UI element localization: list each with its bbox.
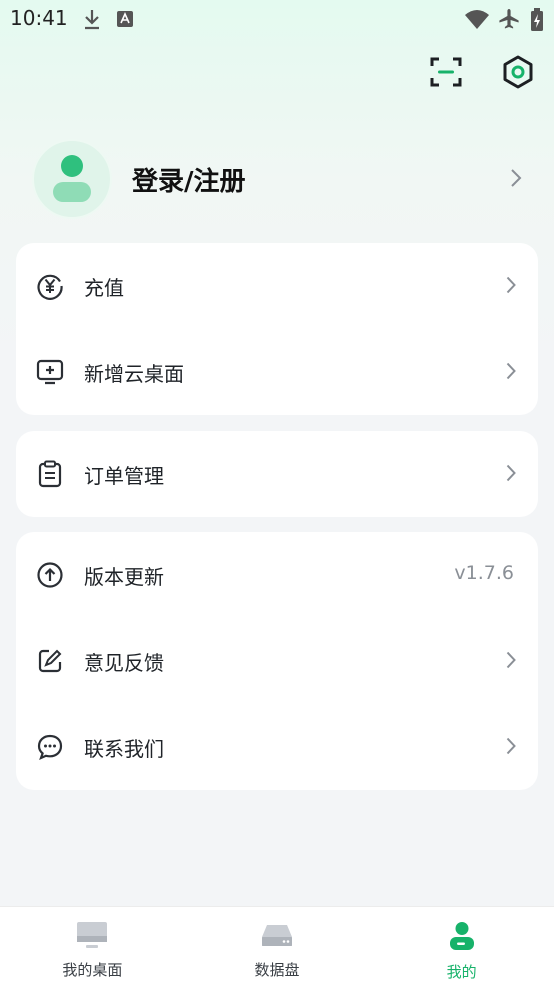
- gear-icon: [501, 55, 535, 93]
- tab-label: 数据盘: [254, 961, 300, 979]
- wifi-icon: [464, 8, 490, 34]
- tab-label: 我的: [446, 963, 477, 981]
- menu-item-label: 版本更新: [84, 564, 164, 589]
- menu-item-orders[interactable]: 订单管理: [16, 431, 538, 517]
- chevron-right-icon: [506, 362, 516, 384]
- menu-item-contact-us[interactable]: 联系我们: [16, 704, 538, 790]
- login-register-label: 登录/注册: [132, 166, 246, 197]
- menu-item-label: 新增云桌面: [84, 361, 184, 386]
- keyboard-app-icon: [116, 10, 134, 32]
- menu-item-label: 充值: [84, 275, 124, 300]
- menu-item-label: 订单管理: [84, 463, 164, 488]
- tab-data-disk[interactable]: 数据盘: [185, 907, 370, 984]
- desktop-icon: [76, 921, 108, 953]
- status-time: 10:41: [10, 6, 68, 30]
- avatar: [32, 139, 112, 219]
- profile-login-row[interactable]: 登录/注册: [32, 138, 532, 220]
- settings-button[interactable]: [500, 55, 536, 93]
- menu-card-account: 充值 新增云桌面: [16, 243, 538, 415]
- upload-icon: [36, 561, 64, 589]
- airplane-icon: [498, 8, 520, 34]
- user-icon: [448, 921, 476, 955]
- top-actions: [428, 55, 536, 93]
- battery-charging-icon: [530, 8, 544, 36]
- menu-item-version-update[interactable]: 版本更新 v1.7.6: [16, 532, 538, 618]
- tab-label: 我的桌面: [62, 961, 123, 979]
- tab-mine[interactable]: 我的: [369, 907, 554, 984]
- version-value: v1.7.6: [454, 562, 514, 584]
- chevron-right-icon: [506, 737, 516, 759]
- chevron-right-icon: [510, 168, 522, 192]
- scan-button[interactable]: [428, 56, 464, 92]
- download-icon: [82, 8, 102, 34]
- menu-item-label: 联系我们: [84, 736, 164, 761]
- disk-icon: [261, 921, 293, 953]
- menu-item-add-desktop[interactable]: 新增云桌面: [16, 329, 538, 415]
- add-desktop-icon: [36, 358, 64, 386]
- edit-icon: [36, 647, 64, 675]
- status-bar: 10:41: [0, 0, 554, 38]
- tab-my-desktop[interactable]: 我的桌面: [0, 907, 185, 984]
- menu-item-label: 意见反馈: [84, 650, 164, 675]
- scan-icon: [430, 56, 462, 92]
- bottom-tab-bar: 我的桌面 数据盘 我的: [0, 906, 554, 984]
- chevron-right-icon: [506, 276, 516, 298]
- menu-card-about: 版本更新 v1.7.6 意见反馈 联系我们: [16, 532, 538, 790]
- chevron-right-icon: [506, 651, 516, 673]
- chat-icon: [36, 733, 64, 761]
- clipboard-icon: [36, 460, 64, 488]
- menu-item-feedback[interactable]: 意见反馈: [16, 618, 538, 704]
- yuan-icon: [36, 272, 64, 300]
- menu-card-orders: 订单管理: [16, 431, 538, 517]
- chevron-right-icon: [506, 464, 516, 486]
- user-avatar-icon: [53, 155, 91, 202]
- menu-item-recharge[interactable]: 充值: [16, 243, 538, 329]
